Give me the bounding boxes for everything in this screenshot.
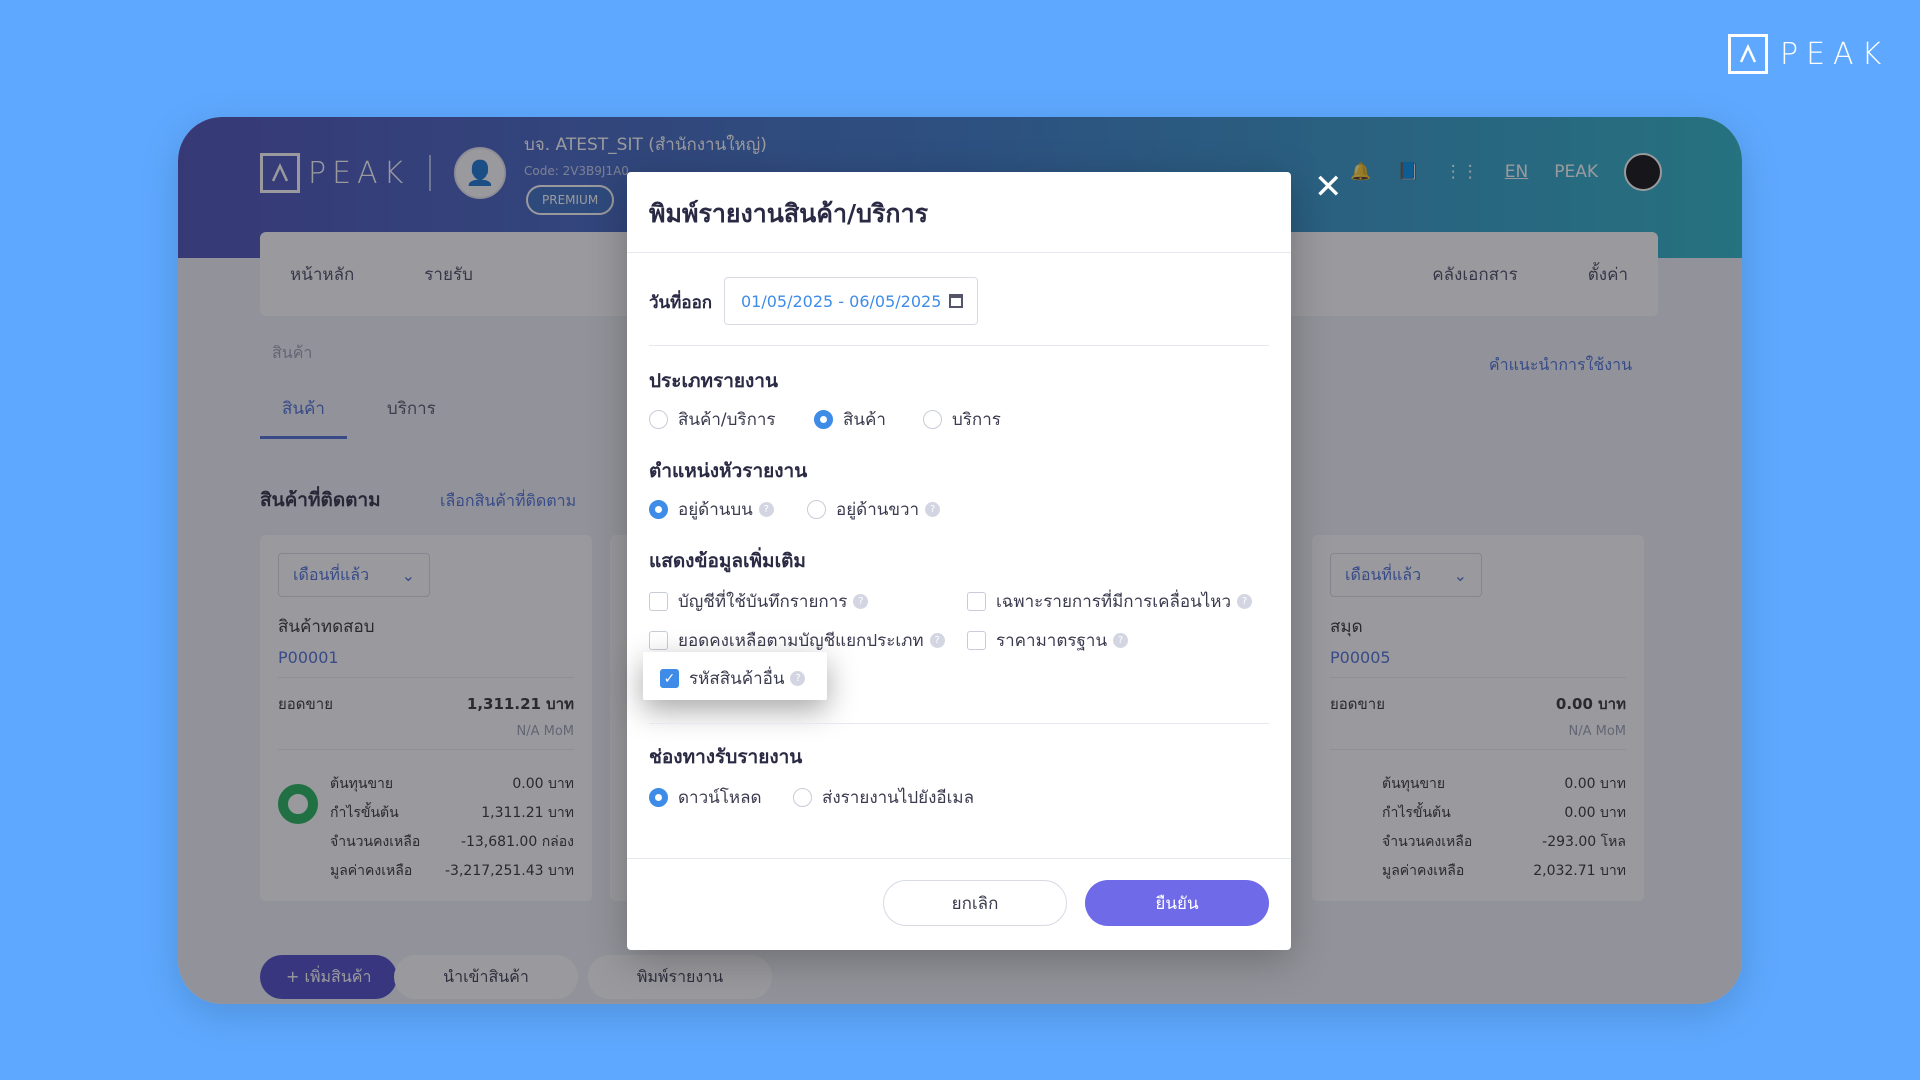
report-type-heading: ประเภทรายงาน bbox=[649, 370, 778, 392]
help-icon[interactable]: ? bbox=[1113, 633, 1129, 648]
date-range-input[interactable]: 01/05/2025 - 06/05/2025 bbox=[724, 277, 978, 325]
radio-report-type-products[interactable]: สินค้า bbox=[814, 406, 886, 433]
close-icon[interactable]: ✕ bbox=[1314, 170, 1343, 204]
radio-label: อยู่ด้านบน bbox=[678, 500, 753, 520]
radio-label: สินค้า/บริการ bbox=[678, 410, 776, 430]
help-icon[interactable]: ? bbox=[925, 502, 941, 517]
radio-icon bbox=[793, 788, 812, 807]
divider bbox=[627, 252, 1291, 253]
checkbox-icon bbox=[967, 631, 986, 650]
help-icon[interactable]: ? bbox=[853, 594, 869, 609]
peak-logo: PEAK bbox=[1728, 34, 1889, 74]
header-position-heading: ตำแหน่งหัวรายงาน bbox=[649, 460, 808, 482]
radio-selected-icon bbox=[649, 788, 668, 807]
radio-label: บริการ bbox=[952, 410, 1001, 430]
radio-header-right[interactable]: อยู่ด้านขวา ? bbox=[807, 496, 941, 523]
radio-header-top[interactable]: อยู่ด้านบน ? bbox=[649, 496, 774, 523]
radio-label: ดาวน์โหลด bbox=[678, 788, 762, 808]
checkbox-standard-price[interactable]: ราคามาตรฐาน ? bbox=[967, 627, 1129, 654]
help-icon[interactable]: ? bbox=[790, 671, 806, 686]
radio-report-type-services[interactable]: บริการ bbox=[923, 406, 1001, 433]
help-icon[interactable]: ? bbox=[1237, 594, 1252, 609]
help-icon[interactable]: ? bbox=[758, 502, 774, 517]
cancel-button[interactable]: ยกเลิก bbox=[883, 880, 1067, 926]
divider bbox=[627, 858, 1291, 859]
help-icon[interactable]: ? bbox=[929, 633, 945, 648]
calendar-icon bbox=[949, 294, 964, 308]
print-report-dialog: พิมพ์รายงานสินค้า/บริการ วันที่ออก 01/05… bbox=[627, 172, 1291, 950]
checkbox-label: เฉพาะรายการที่มีการเคลื่อนไหว bbox=[996, 592, 1231, 612]
radio-download[interactable]: ดาวน์โหลด bbox=[649, 784, 762, 811]
radio-selected-icon bbox=[814, 410, 833, 429]
checkbox-checked-icon: ✓ bbox=[660, 669, 679, 688]
checkbox-other-product-code[interactable]: ✓ รหัสสินค้าอื่น ? bbox=[660, 665, 806, 692]
peak-logo-mark-icon bbox=[1728, 34, 1768, 74]
checkbox-icon bbox=[967, 592, 986, 611]
radio-selected-icon bbox=[649, 500, 668, 519]
radio-report-type-all[interactable]: สินค้า/บริการ bbox=[649, 406, 776, 433]
checkbox-accounts-used[interactable]: บัญชีที่ใช้บันทึกรายการ ? bbox=[649, 588, 869, 615]
checkbox-moving-only[interactable]: เฉพาะรายการที่มีการเคลื่อนไหว ? bbox=[967, 588, 1252, 615]
checkbox-icon bbox=[649, 631, 668, 650]
checkbox-ledger-balance[interactable]: ยอดคงเหลือตามบัญชีแยกประเภท ? bbox=[649, 627, 945, 654]
date-label: วันที่ออก bbox=[649, 293, 713, 313]
divider bbox=[649, 345, 1269, 346]
radio-label: อยู่ด้านขวา bbox=[836, 500, 920, 520]
radio-label: ส่งรายงานไปยังอีเมล bbox=[822, 788, 975, 808]
peak-logo-text: PEAK bbox=[1780, 36, 1890, 72]
confirm-button[interactable]: ยืนยัน bbox=[1085, 880, 1269, 926]
radio-icon bbox=[807, 500, 826, 519]
checkbox-label: บัญชีที่ใช้บันทึกรายการ bbox=[678, 592, 848, 612]
channel-heading: ช่องทางรับรายงาน bbox=[649, 746, 803, 768]
extra-info-heading: แสดงข้อมูลเพิ่มเติม bbox=[649, 550, 806, 572]
checkbox-label: ราคามาตรฐาน bbox=[996, 631, 1108, 651]
date-range-value: 01/05/2025 - 06/05/2025 bbox=[741, 291, 942, 311]
radio-email[interactable]: ส่งรายงานไปยังอีเมล bbox=[793, 784, 974, 811]
radio-icon bbox=[649, 410, 668, 429]
radio-icon bbox=[923, 410, 942, 429]
checkbox-label: ยอดคงเหลือตามบัญชีแยกประเภท bbox=[678, 631, 924, 651]
divider bbox=[649, 723, 1269, 724]
checkbox-label: รหัสสินค้าอื่น bbox=[689, 669, 785, 689]
dialog-title: พิมพ์รายงานสินค้า/บริการ bbox=[649, 199, 929, 228]
radio-label: สินค้า bbox=[843, 410, 886, 430]
checkbox-icon bbox=[649, 592, 668, 611]
